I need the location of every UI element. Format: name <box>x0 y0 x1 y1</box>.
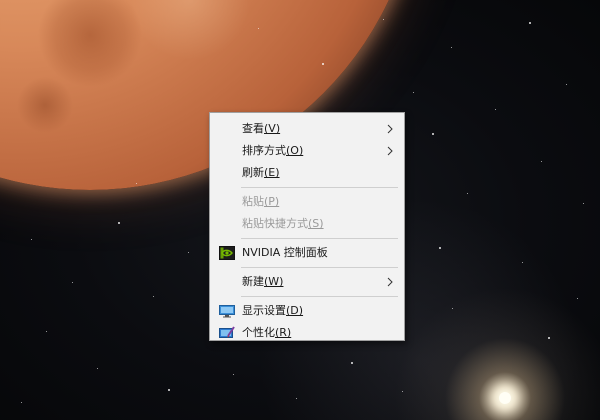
menu-item-personalize[interactable]: 个性化(R) <box>210 322 404 344</box>
menu-item-accelerator: (S) <box>308 217 324 230</box>
display-settings-icon <box>219 303 235 319</box>
menu-separator <box>241 238 398 239</box>
menu-item-label: 刷新 <box>242 166 264 179</box>
menu-item-accelerator: (O) <box>286 144 304 157</box>
menu-item-accelerator: (R) <box>275 326 292 339</box>
menu-item-label: 粘贴快捷方式 <box>242 217 308 230</box>
personalize-icon <box>219 325 235 341</box>
menu-item-label: 新建 <box>242 275 264 288</box>
menu-item-label: 粘贴 <box>242 195 264 208</box>
menu-item-label: 个性化 <box>242 326 275 339</box>
menu-item-label: 查看 <box>242 122 264 135</box>
menu-item-nvidia-control-panel[interactable]: NVIDIA 控制面板 <box>210 242 404 264</box>
menu-item-display-settings[interactable]: 显示设置(D) <box>210 300 404 322</box>
menu-item-accelerator: (D) <box>286 304 304 317</box>
desktop-context-menu: 查看(V) 排序方式(O) 刷新(E) 粘贴(P) 粘贴快捷方式(S) NVID… <box>209 112 405 341</box>
menu-item-paste-shortcut[interactable]: 粘贴快捷方式(S) <box>210 213 404 235</box>
menu-item-label: 显示设置 <box>242 304 286 317</box>
menu-item-accelerator: (W) <box>264 275 284 288</box>
menu-item-label: NVIDIA 控制面板 <box>242 246 328 259</box>
menu-item-accelerator: (E) <box>264 166 280 179</box>
menu-item-paste[interactable]: 粘贴(P) <box>210 191 404 213</box>
nvidia-icon <box>219 245 235 261</box>
menu-item-refresh[interactable]: 刷新(E) <box>210 162 404 184</box>
menu-item-accelerator: (P) <box>264 195 280 208</box>
menu-separator <box>241 267 398 268</box>
menu-item-view[interactable]: 查看(V) <box>210 118 404 140</box>
menu-item-accelerator: (V) <box>264 122 281 135</box>
menu-separator <box>241 296 398 297</box>
bright-star <box>499 392 511 404</box>
menu-item-new[interactable]: 新建(W) <box>210 271 404 293</box>
chevron-right-icon <box>386 118 394 140</box>
menu-separator <box>241 187 398 188</box>
chevron-right-icon <box>386 271 394 293</box>
chevron-right-icon <box>386 140 394 162</box>
menu-item-label: 排序方式 <box>242 144 286 157</box>
menu-item-sort-by[interactable]: 排序方式(O) <box>210 140 404 162</box>
